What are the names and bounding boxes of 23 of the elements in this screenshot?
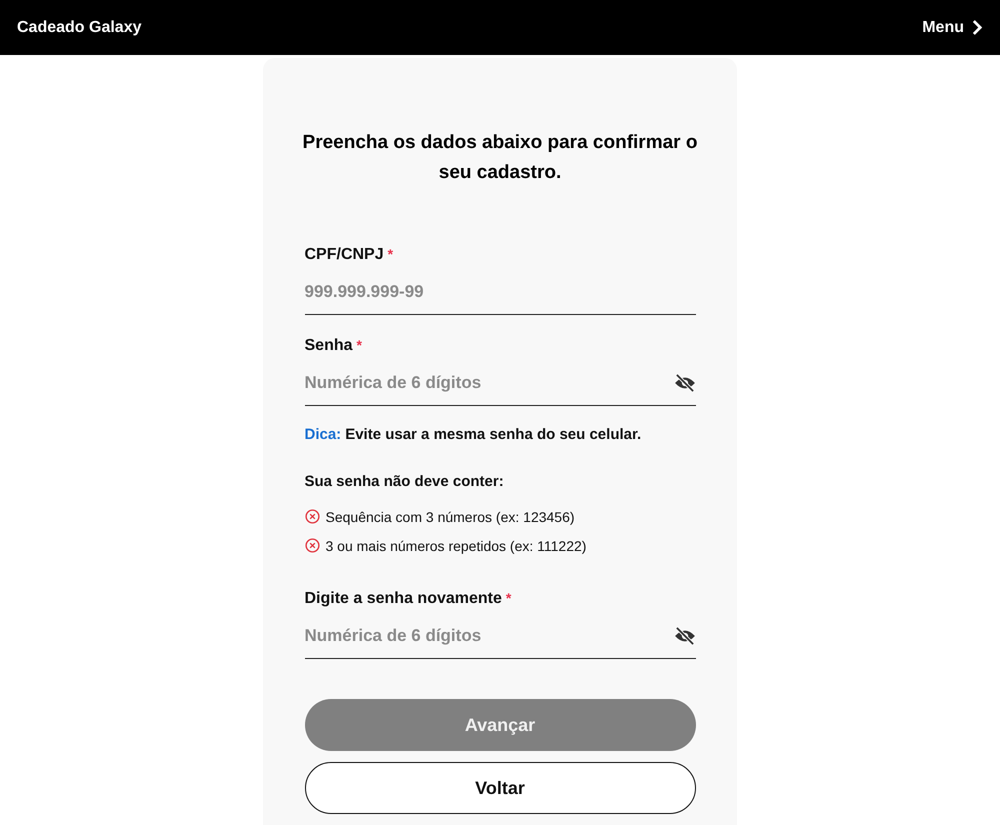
site-title: Cadeado Galaxy (17, 18, 142, 36)
required-mark: * (388, 246, 394, 264)
rule-text: Sequência com 3 números (ex: 123456) (326, 508, 575, 524)
hint-label: Dica: (304, 426, 342, 443)
field-label: Digite a senha novamente (304, 590, 502, 608)
field-label: Senha (304, 337, 353, 355)
input-field[interactable]: Numérica de 6 dígitos (304, 626, 674, 646)
rule-text: 3 ou mais números repetidos (ex: 111222) (326, 538, 586, 554)
menu-link[interactable]: Menu (922, 18, 983, 36)
form-heading: Preencha os dados abaixo para confirmar o seu cadastro. (302, 131, 698, 185)
required-mark: * (506, 590, 512, 608)
eye-slash-icon[interactable] (674, 374, 696, 392)
error-icon (304, 538, 320, 553)
required-mark: * (356, 337, 362, 355)
field-label: CPF/CNPJ (304, 246, 384, 264)
input-field[interactable]: Numérica de 6 dígitos (304, 373, 674, 393)
input-field[interactable]: 999.999.999-99 (304, 282, 696, 302)
hint-text: Evite usar a mesma senha do seu celular. (345, 426, 642, 443)
chevron-right-icon (972, 19, 983, 36)
back-button[interactable]: Voltar (304, 762, 696, 814)
error-icon (304, 509, 320, 524)
eye-slash-icon[interactable] (674, 627, 696, 645)
rules-title: Sua senha não deve conter: (304, 473, 505, 490)
